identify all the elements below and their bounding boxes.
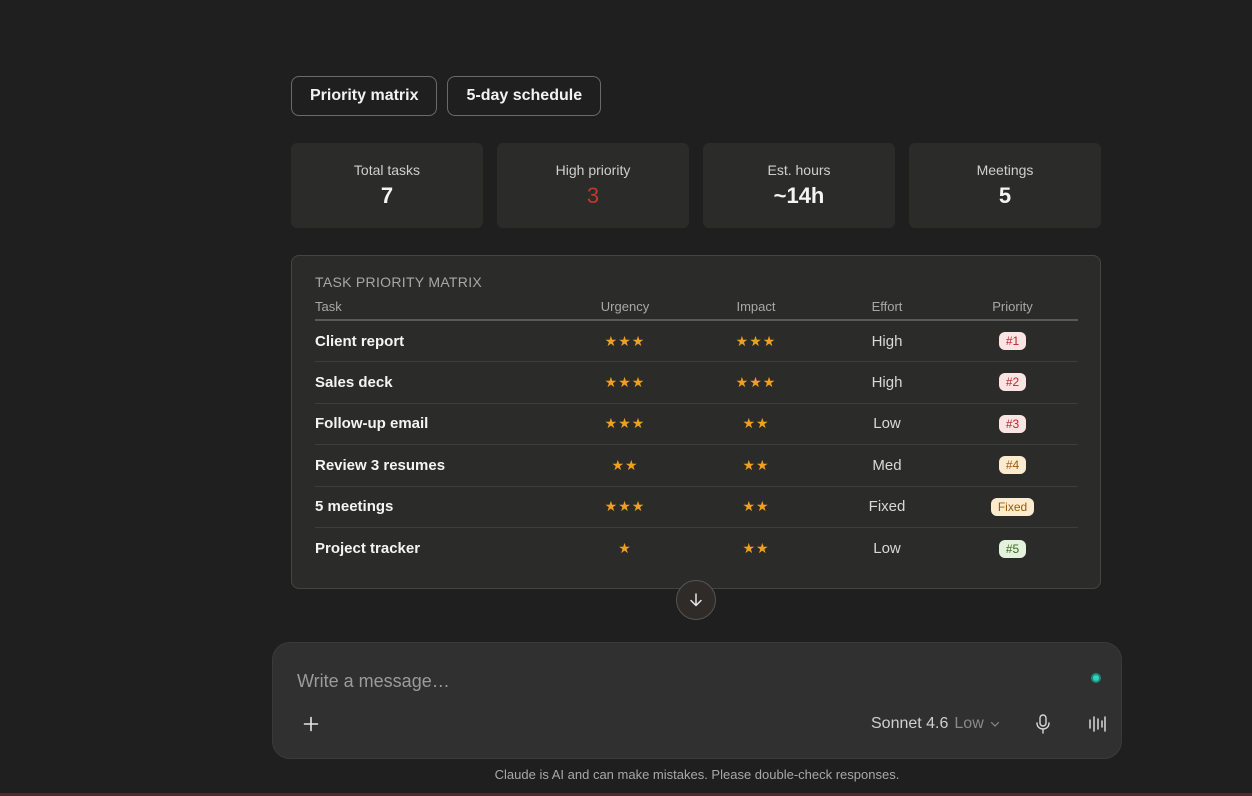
impact-stars: ★★	[685, 486, 827, 528]
matrix-title: TASK PRIORITY MATRIX	[315, 274, 483, 290]
stat-value: 7	[380, 183, 394, 208]
chevron-down-icon	[990, 721, 999, 727]
stat-value: 3	[586, 183, 600, 208]
urgency-stars: ★★★	[565, 361, 685, 404]
impact-stars: ★★	[742, 540, 770, 556]
message-input[interactable]	[297, 669, 1057, 693]
urgency-stars: ★★★	[565, 486, 685, 528]
impact-stars: ★★	[685, 403, 827, 445]
urgency-stars: ★	[618, 540, 632, 556]
tab-priority-matrix[interactable]: Priority matrix	[291, 76, 438, 116]
effort-value: Fixed	[827, 486, 947, 528]
priority-cell: Fixed	[947, 486, 1078, 528]
model-name: Sonnet 4.6	[871, 715, 949, 732]
priority-badge: #4	[998, 456, 1027, 475]
priority-cell: #4	[947, 444, 1078, 487]
priority-cell: #1	[947, 320, 1078, 362]
stat-meetings: Meetings 5	[909, 143, 1101, 228]
stat-value: ~14h	[773, 183, 825, 208]
impact-stars: ★★★	[685, 320, 827, 362]
task-name: Project tracker	[315, 540, 421, 557]
model-selector[interactable]: Sonnet 4.6 Low	[871, 713, 1000, 735]
effort-value: High	[827, 361, 947, 404]
priority-badge: #2	[998, 373, 1027, 392]
model-effort: Low	[954, 715, 984, 732]
table-row: Review 3 resumes ★★ ★★ Med #4	[315, 444, 1078, 487]
task-priority-matrix: TASK PRIORITY MATRIX Task Urgency Impact…	[291, 255, 1101, 589]
urgency-stars: ★★	[565, 444, 685, 487]
table-row: Follow-up email ★★★ ★★ Low #3	[315, 403, 1078, 445]
priority-cell: #3	[947, 403, 1078, 445]
column-header-effort: Effort	[827, 298, 947, 321]
task-name: Follow-up email	[315, 403, 565, 445]
effort-value: Med	[827, 444, 947, 487]
plus-icon	[303, 716, 319, 732]
priority-badge: Fixed	[990, 497, 1035, 516]
task-name: Sales deck	[315, 361, 565, 404]
stat-total-tasks: Total tasks 7	[291, 143, 483, 228]
priority-table: Task Urgency Impact Effort Priority Clie…	[315, 298, 1078, 569]
voice-waveform-icon	[1089, 716, 1106, 732]
view-tabs: Priority matrix 5-day schedule	[291, 76, 602, 116]
stat-value: 5	[998, 183, 1012, 208]
column-header-priority: Priority	[947, 298, 1078, 321]
table-row: Project tracker ★ ★★ Low #5	[315, 528, 1078, 570]
urgency-stars: ★★★	[565, 320, 685, 362]
column-header-impact: Impact	[685, 298, 827, 321]
arrow-down-icon	[690, 593, 702, 607]
microphone-icon	[1036, 714, 1050, 734]
stat-label: High priority	[555, 162, 631, 178]
task-name: Client report	[315, 320, 565, 362]
add-attachment-button[interactable]	[297, 710, 325, 738]
priority-badge: #5	[998, 539, 1027, 558]
table-row: Sales deck ★★★ ★★★ High #2	[315, 361, 1078, 404]
status-indicator-dot	[1091, 673, 1101, 683]
priority-badge: #1	[998, 332, 1027, 350]
microphone-button[interactable]	[1031, 711, 1055, 737]
effort-value: High	[827, 320, 947, 362]
task-name: 5 meetings	[315, 486, 565, 528]
table-row: Client report ★★★ ★★★ High #1	[315, 320, 1078, 362]
message-composer: Sonnet 4.6 Low	[272, 642, 1122, 759]
stat-est-hours: Est. hours ~14h	[703, 143, 895, 228]
impact-stars: ★★★	[685, 361, 827, 404]
column-header-task: Task	[315, 298, 565, 321]
page: Priority matrix 5-day schedule Total tas…	[0, 0, 1252, 796]
effort-value: Low	[873, 540, 901, 557]
voice-mode-button[interactable]	[1085, 711, 1109, 737]
column-header-urgency: Urgency	[565, 298, 685, 321]
disclaimer-text: Claude is AI and can make mistakes. Plea…	[494, 767, 900, 782]
stats-row: Total tasks 7 High priority 3 Est. hours…	[291, 143, 1101, 228]
stat-high-priority: High priority 3	[497, 143, 689, 228]
table-header-row: Task Urgency Impact Effort Priority	[315, 298, 1078, 321]
stat-label: Total tasks	[353, 162, 421, 178]
priority-cell: #2	[947, 361, 1078, 404]
scroll-to-bottom-button[interactable]	[676, 580, 716, 620]
impact-stars: ★★	[685, 444, 827, 487]
urgency-stars: ★★★	[565, 403, 685, 445]
effort-value: Low	[827, 403, 947, 445]
tab-5-day-schedule[interactable]: 5-day schedule	[447, 76, 602, 116]
table-row: 5 meetings ★★★ ★★ Fixed Fixed	[315, 486, 1078, 528]
stat-label: Meetings	[976, 162, 1034, 178]
task-name: Review 3 resumes	[315, 444, 565, 487]
priority-cell: #5	[947, 528, 1078, 570]
stat-label: Est. hours	[767, 162, 831, 178]
priority-badge: #3	[998, 414, 1027, 433]
